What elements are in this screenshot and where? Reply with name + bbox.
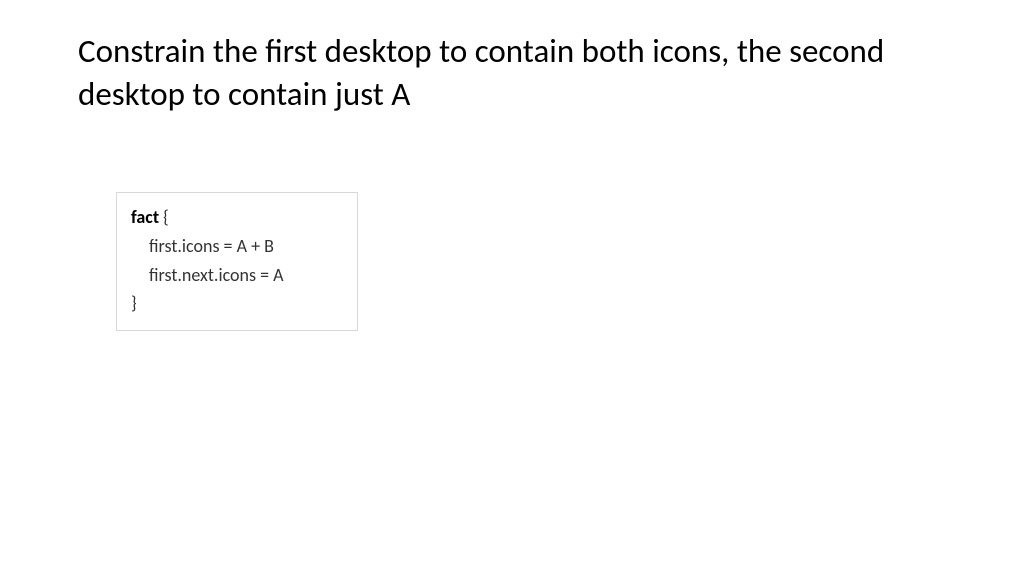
code-text: { [159, 206, 169, 228]
code-block: fact { first.icons = A + B first.next.ic… [116, 192, 358, 331]
code-line-2: first.icons = A + B [131, 232, 343, 261]
code-line-4: } [131, 289, 343, 318]
slide-title: Constrain the first desktop to contain b… [78, 30, 946, 116]
keyword-fact: fact [131, 206, 159, 228]
code-line-1: fact { [131, 203, 343, 232]
code-line-3: first.next.icons = A [131, 261, 343, 290]
